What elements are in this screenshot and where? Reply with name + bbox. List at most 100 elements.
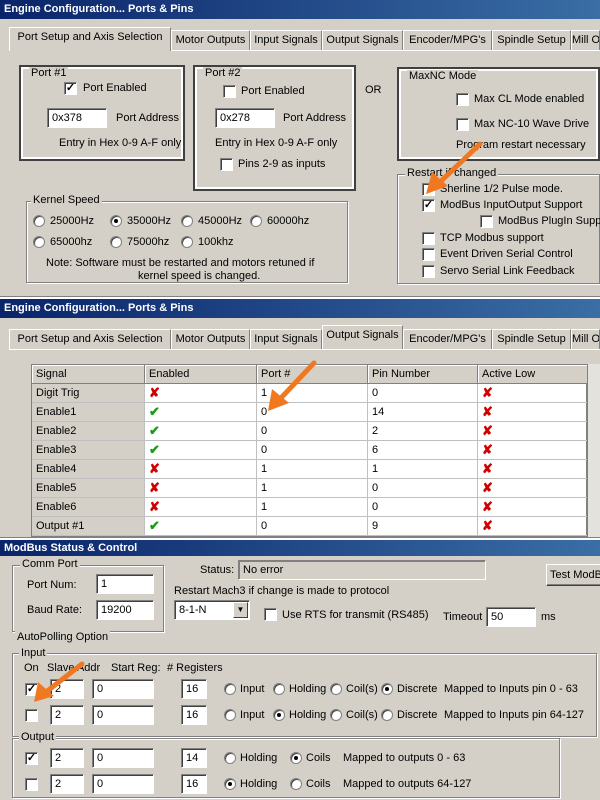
timeout-input[interactable]: 50 bbox=[486, 607, 536, 627]
pin-cell[interactable]: 1 bbox=[368, 460, 478, 479]
input-type-radio-discrete[interactable] bbox=[381, 709, 393, 721]
active-low-cell[interactable]: ✘ bbox=[478, 422, 588, 441]
servo-serial-checkbox[interactable] bbox=[422, 265, 435, 278]
enabled-cell[interactable]: ✘ bbox=[145, 498, 257, 517]
active-low-cell[interactable]: ✘ bbox=[478, 460, 588, 479]
port-cell[interactable]: 1 bbox=[257, 498, 368, 517]
tcp-modbus-checkbox[interactable] bbox=[422, 232, 435, 245]
tab-mill-options[interactable]: Mill O bbox=[571, 30, 600, 50]
kernel-75000-radio[interactable] bbox=[110, 236, 122, 248]
active-low-cell[interactable]: ✘ bbox=[478, 479, 588, 498]
registers-input[interactable]: 16 bbox=[181, 705, 207, 725]
tab-mill-options[interactable]: Mill O bbox=[571, 329, 600, 349]
output-type-radio-holding[interactable] bbox=[224, 752, 236, 764]
enabled-cell[interactable]: ✔ bbox=[145, 422, 257, 441]
input-type-radio-holding[interactable] bbox=[273, 709, 285, 721]
port2-enabled-checkbox[interactable] bbox=[223, 85, 236, 98]
pin-cell[interactable]: 0 bbox=[368, 384, 478, 403]
tab-spindle-setup[interactable]: Spindle Setup bbox=[492, 30, 571, 50]
tab-input-signals[interactable]: Input Signals bbox=[250, 30, 322, 50]
active-low-cell[interactable]: ✘ bbox=[478, 517, 588, 536]
enabled-cell[interactable]: ✔ bbox=[145, 517, 257, 536]
chevron-down-icon[interactable]: ▼ bbox=[233, 602, 248, 618]
tab-encoder-mpg[interactable]: Encoder/MPG's bbox=[403, 30, 492, 50]
slave-addr-input[interactable]: 2 bbox=[50, 774, 84, 794]
pin-cell[interactable]: 0 bbox=[368, 498, 478, 517]
tab-port-setup[interactable]: Port Setup and Axis Selection bbox=[9, 27, 171, 51]
rts-checkbox[interactable] bbox=[264, 608, 277, 621]
input-type-radio-coils[interactable] bbox=[330, 683, 342, 695]
slave-addr-input[interactable]: 2 bbox=[50, 748, 84, 768]
slave-addr-input[interactable]: 2 bbox=[50, 679, 84, 699]
enabled-cell[interactable]: ✘ bbox=[145, 460, 257, 479]
tab-output-signals[interactable]: Output Signals bbox=[322, 325, 403, 349]
input-type-radio-discrete[interactable] bbox=[381, 683, 393, 695]
pin-cell[interactable]: 9 bbox=[368, 517, 478, 536]
input-type-radio-coils[interactable] bbox=[330, 709, 342, 721]
pin-cell[interactable]: 0 bbox=[368, 479, 478, 498]
port-cell[interactable]: 1 bbox=[257, 479, 368, 498]
tab-spindle-setup[interactable]: Spindle Setup bbox=[492, 329, 571, 349]
input-on-checkbox[interactable]: ✓ bbox=[25, 683, 38, 696]
active-low-cell[interactable]: ✘ bbox=[478, 498, 588, 517]
pin-cell[interactable]: 2 bbox=[368, 422, 478, 441]
tab-motor-outputs[interactable]: Motor Outputs bbox=[171, 329, 250, 349]
port-cell[interactable]: 0 bbox=[257, 441, 368, 460]
port-cell[interactable]: 1 bbox=[257, 384, 368, 403]
port1-enabled-checkbox[interactable]: ✓ bbox=[64, 82, 77, 95]
active-low-cell[interactable]: ✘ bbox=[478, 403, 588, 422]
start-reg-input[interactable]: 0 bbox=[92, 679, 154, 699]
registers-input[interactable]: 16 bbox=[181, 774, 207, 794]
output-on-checkbox[interactable] bbox=[25, 778, 38, 791]
tab-encoder-mpg[interactable]: Encoder/MPG's bbox=[403, 329, 492, 349]
slave-addr-input[interactable]: 2 bbox=[50, 705, 84, 725]
kernel-65000-radio[interactable] bbox=[33, 236, 45, 248]
col-header-pin[interactable]: Pin Number bbox=[368, 365, 478, 384]
output-type-radio-holding[interactable] bbox=[224, 778, 236, 790]
event-serial-checkbox[interactable] bbox=[422, 248, 435, 261]
col-header-port[interactable]: Port # bbox=[257, 365, 368, 384]
port2-pins-inputs-checkbox[interactable] bbox=[220, 158, 233, 171]
port1-address-input[interactable]: 0x378 bbox=[47, 108, 107, 128]
port2-address-input[interactable]: 0x278 bbox=[215, 108, 275, 128]
tab-output-signals[interactable]: Output Signals bbox=[322, 30, 403, 50]
modbus-plugin-checkbox[interactable] bbox=[480, 215, 493, 228]
enabled-cell[interactable]: ✘ bbox=[145, 479, 257, 498]
port-cell[interactable]: 0 bbox=[257, 403, 368, 422]
start-reg-input[interactable]: 0 bbox=[92, 774, 154, 794]
active-low-cell[interactable]: ✘ bbox=[478, 441, 588, 460]
input-on-checkbox[interactable] bbox=[25, 709, 38, 722]
tab-motor-outputs[interactable]: Motor Outputs bbox=[171, 30, 250, 50]
port-cell[interactable]: 1 bbox=[257, 460, 368, 479]
enabled-cell[interactable]: ✔ bbox=[145, 403, 257, 422]
registers-input[interactable]: 14 bbox=[181, 748, 207, 768]
col-header-enabled[interactable]: Enabled bbox=[145, 365, 257, 384]
modbus-io-checkbox[interactable]: ✓ bbox=[422, 199, 435, 212]
pin-cell[interactable]: 6 bbox=[368, 441, 478, 460]
kernel-60000-radio[interactable] bbox=[250, 215, 262, 227]
output-type-radio-coils[interactable] bbox=[290, 752, 302, 764]
output-type-radio-coils[interactable] bbox=[290, 778, 302, 790]
start-reg-input[interactable]: 0 bbox=[92, 705, 154, 725]
start-reg-input[interactable]: 0 bbox=[92, 748, 154, 768]
baud-rate-input[interactable]: 19200 bbox=[96, 600, 154, 620]
protocol-select[interactable]: 8-1-N ▼ bbox=[174, 600, 250, 620]
enabled-cell[interactable]: ✔ bbox=[145, 441, 257, 460]
input-type-radio-input[interactable] bbox=[224, 709, 236, 721]
port-cell[interactable]: 0 bbox=[257, 422, 368, 441]
input-type-radio-input[interactable] bbox=[224, 683, 236, 695]
tab-port-setup[interactable]: Port Setup and Axis Selection bbox=[9, 329, 171, 349]
enabled-cell[interactable]: ✘ bbox=[145, 384, 257, 403]
table-scrollbar[interactable] bbox=[587, 364, 600, 537]
input-type-radio-holding[interactable] bbox=[273, 683, 285, 695]
col-header-signal[interactable]: Signal bbox=[32, 365, 145, 384]
maxnc-nc10-checkbox[interactable] bbox=[456, 118, 469, 131]
col-header-active-low[interactable]: Active Low bbox=[478, 365, 588, 384]
pin-cell[interactable]: 14 bbox=[368, 403, 478, 422]
tab-input-signals[interactable]: Input Signals bbox=[250, 329, 322, 349]
test-modbus-button[interactable]: Test ModB bbox=[546, 564, 600, 586]
maxnc-cl-checkbox[interactable] bbox=[456, 93, 469, 106]
output-on-checkbox[interactable]: ✓ bbox=[25, 752, 38, 765]
port-cell[interactable]: 0 bbox=[257, 517, 368, 536]
kernel-25000-radio[interactable] bbox=[33, 215, 45, 227]
